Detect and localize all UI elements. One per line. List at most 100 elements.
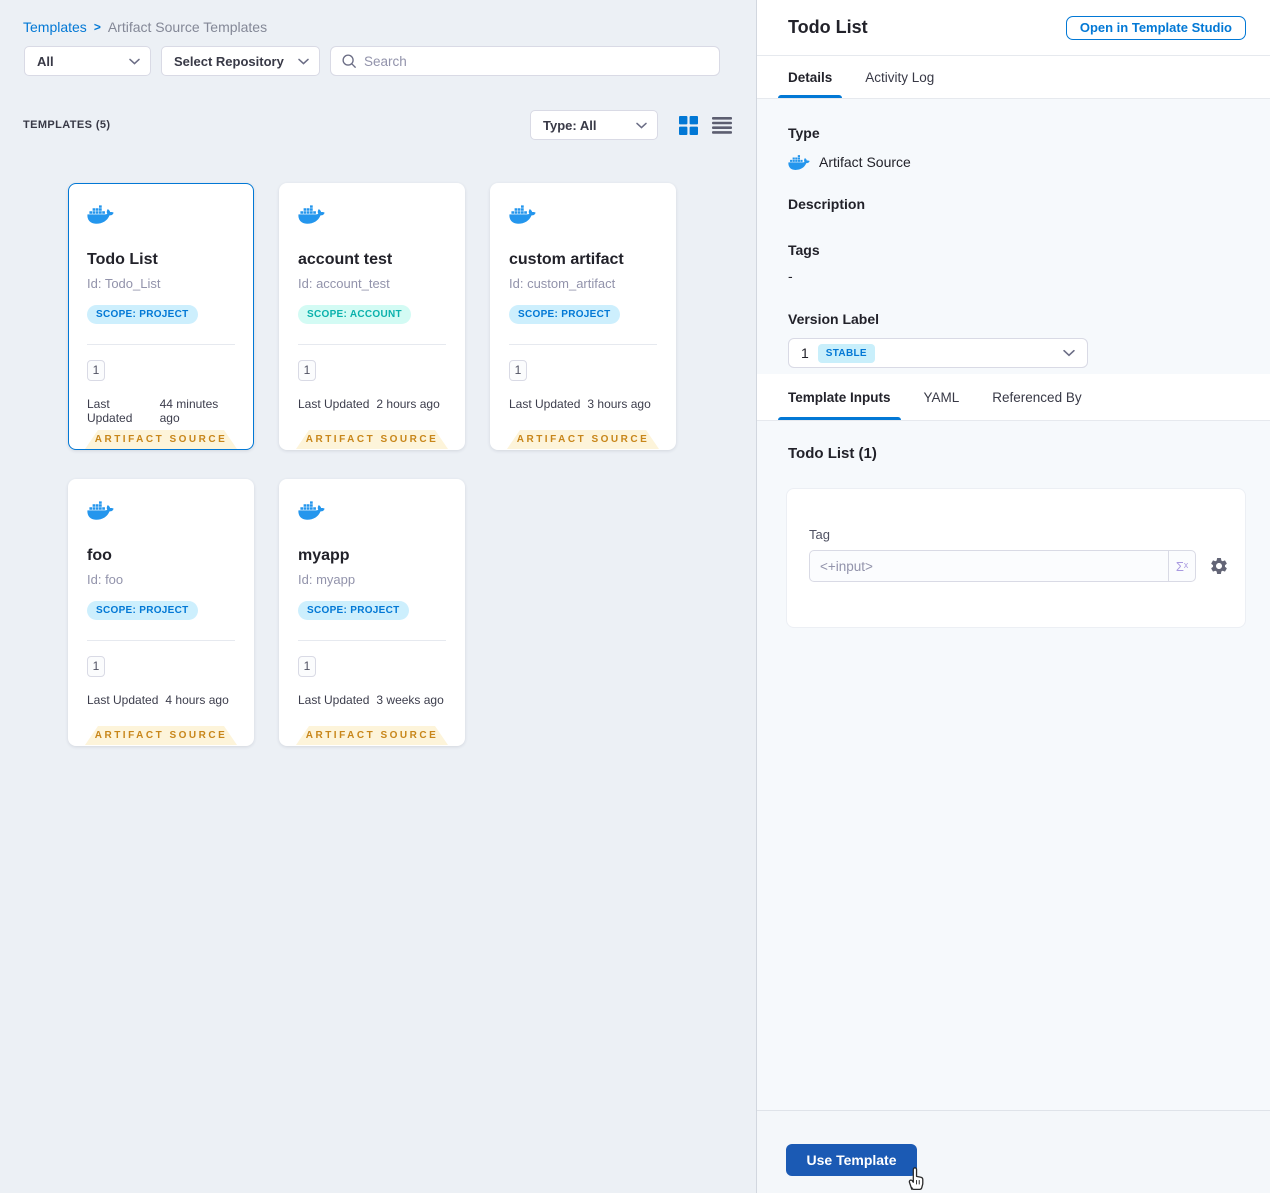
chevron-down-icon: [636, 122, 647, 129]
templates-toolbar: TEMPLATES (5) Type: All: [23, 110, 732, 140]
template-name: Todo List: [87, 251, 158, 268]
template-card-account-test[interactable]: account test Id: account_test SCOPE: ACC…: [279, 183, 465, 450]
details-header: Todo List Open in Template Studio: [757, 0, 1270, 56]
tab-details[interactable]: Details: [777, 56, 843, 98]
repository-filter-select[interactable]: Select Repository: [161, 46, 320, 76]
template-card-todo-list[interactable]: Todo List Id: Todo_List SCOPE: PROJECT 1…: [68, 183, 254, 450]
docker-icon: [298, 501, 325, 520]
tab-template-inputs[interactable]: Template Inputs: [778, 374, 900, 420]
version-count-chip: 1: [87, 360, 105, 381]
last-updated-value: 44 minutes ago: [159, 397, 219, 425]
filters-row: All Select Repository: [24, 46, 720, 76]
scope-filter-value: All: [37, 53, 54, 69]
breadcrumb-current: Artifact Source Templates: [107, 19, 268, 35]
last-updated-label: Last Updated: [87, 397, 133, 425]
details-section: Type Artifact Source Description Tags - …: [757, 99, 1270, 374]
divider: [298, 640, 446, 641]
template-card-foo[interactable]: foo Id: foo SCOPE: PROJECT 1 Last Update…: [68, 479, 254, 746]
template-id: Id: Todo_List: [87, 276, 161, 291]
breadcrumb-templates-link[interactable]: Templates: [23, 19, 87, 35]
docker-icon: [87, 501, 114, 520]
scope-badge: SCOPE: ACCOUNT: [298, 305, 411, 324]
template-id: Id: myapp: [298, 572, 356, 587]
version-label: Version Label: [788, 311, 880, 327]
stable-badge: STABLE: [817, 343, 875, 363]
template-inputs-section: Todo List (1) Tag Σˣ: [757, 421, 1270, 1110]
type-label: Type: [788, 125, 820, 141]
description-label: Description: [788, 196, 866, 212]
tags-value: -: [788, 268, 793, 284]
type-filter-value: Type: All: [543, 117, 597, 133]
template-card-myapp[interactable]: myapp Id: myapp SCOPE: PROJECT 1 Last Up…: [279, 479, 465, 746]
tab-referenced-by[interactable]: Referenced By: [992, 374, 1081, 420]
scope-badge: SCOPE: PROJECT: [87, 601, 198, 620]
artifact-source-ribbon: ARTIFACT SOURCE: [296, 726, 448, 745]
template-name: custom artifact: [509, 251, 624, 268]
chevron-down-icon: [129, 58, 140, 65]
last-updated-label: Last Updated: [87, 693, 159, 707]
search-icon: [342, 54, 356, 68]
divider: [87, 344, 235, 345]
template-id: Id: foo: [87, 572, 124, 587]
scope-badge: SCOPE: PROJECT: [298, 601, 409, 620]
artifact-source-ribbon: ARTIFACT SOURCE: [507, 430, 659, 449]
details-tabs: Details Activity Log: [757, 56, 1270, 99]
tab-yaml[interactable]: YAML: [924, 374, 960, 420]
template-id: Id: custom_artifact: [509, 276, 616, 291]
tag-field-row: Σˣ: [809, 550, 1235, 582]
templates-page: { "breadcrumb": { "root": "Templates", "…: [0, 0, 1270, 1193]
search-input[interactable]: [364, 53, 709, 69]
expression-input-type-button[interactable]: Σˣ: [1168, 551, 1195, 581]
tab-activity-log[interactable]: Activity Log: [865, 56, 934, 98]
breadcrumb-separator-icon: >: [93, 20, 101, 34]
tag-input-wrapper: Σˣ: [809, 550, 1196, 582]
list-view-icon: [712, 116, 732, 134]
tag-settings-button[interactable]: [1209, 556, 1229, 576]
last-updated: Last Updated 3 hours ago: [509, 397, 657, 411]
panel-footer: Use Template: [757, 1110, 1270, 1193]
docker-icon: [788, 154, 810, 170]
templates-list-panel: Templates > Artifact Source Templates Al…: [0, 0, 756, 1193]
template-id: Id: account_test: [298, 276, 390, 291]
divider: [298, 344, 446, 345]
last-updated: Last Updated 2 hours ago: [298, 397, 446, 411]
artifact-source-ribbon: ARTIFACT SOURCE: [85, 726, 237, 745]
divider: [87, 640, 235, 641]
scope-filter-select[interactable]: All: [24, 46, 151, 76]
last-updated-label: Last Updated: [298, 693, 370, 707]
list-view-button[interactable]: [712, 116, 732, 134]
last-updated: Last Updated 44 minutes ago: [87, 397, 235, 425]
template-card-custom-artifact[interactable]: custom artifact Id: custom_artifact SCOP…: [490, 183, 676, 450]
scope-badge: SCOPE: PROJECT: [87, 305, 198, 324]
last-updated-value: 3 weeks ago: [376, 693, 444, 707]
template-cards-grid: Todo List Id: Todo_List SCOPE: PROJECT 1…: [68, 183, 676, 746]
template-name: foo: [87, 547, 112, 564]
templates-count: TEMPLATES (5): [23, 119, 111, 131]
version-count-chip: 1: [298, 360, 316, 381]
open-in-template-studio-button[interactable]: Open in Template Studio: [1065, 15, 1246, 40]
inputs-card: Tag Σˣ: [786, 488, 1246, 628]
template-sub-tabs: Template Inputs YAML Referenced By: [757, 374, 1270, 421]
grid-view-icon: [679, 115, 698, 135]
last-updated-value: 2 hours ago: [376, 397, 440, 411]
docker-icon: [87, 205, 114, 224]
search-box: [330, 46, 720, 76]
last-updated-value: 4 hours ago: [165, 693, 229, 707]
repository-filter-value: Select Repository: [174, 53, 284, 69]
template-name: account test: [298, 251, 393, 268]
chevron-down-icon: [1063, 349, 1075, 357]
tags-label: Tags: [788, 242, 820, 258]
use-template-button[interactable]: Use Template: [786, 1144, 917, 1176]
page-title: Todo List: [788, 17, 868, 37]
artifact-source-ribbon: ARTIFACT SOURCE: [296, 430, 448, 449]
scope-badge: SCOPE: PROJECT: [509, 305, 620, 324]
template-details-panel: Todo List Open in Template Studio Detail…: [756, 0, 1270, 1193]
tag-input[interactable]: [810, 551, 1168, 581]
type-value: Artifact Source: [819, 154, 911, 170]
gear-icon: [1211, 558, 1227, 574]
version-select[interactable]: 1 STABLE: [788, 338, 1088, 368]
grid-view-button[interactable]: [679, 115, 698, 135]
type-filter-select[interactable]: Type: All: [530, 110, 658, 140]
version-count-chip: 1: [298, 656, 316, 677]
divider: [509, 344, 657, 345]
